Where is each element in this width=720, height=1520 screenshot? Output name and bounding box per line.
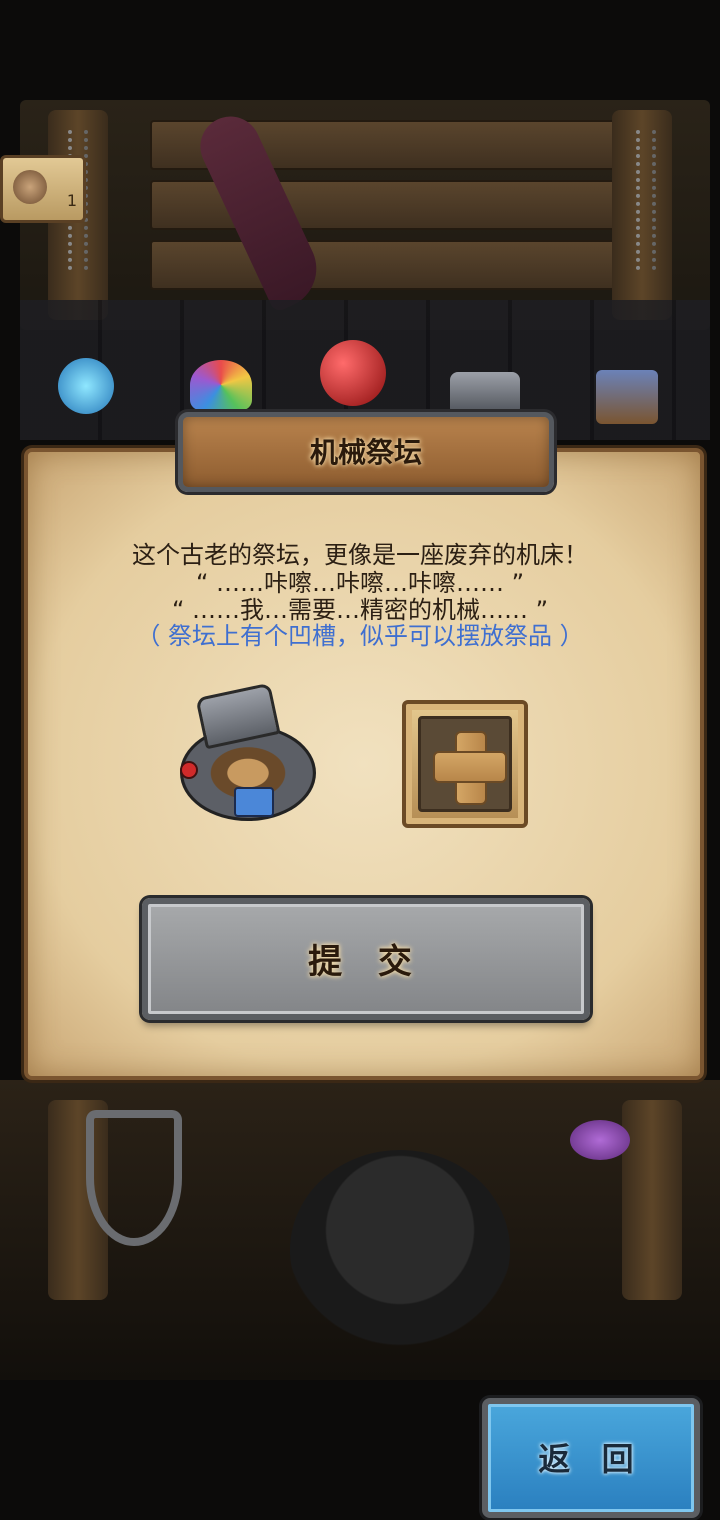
shell-icon: [13, 170, 47, 204]
collection-count: 1: [66, 191, 77, 210]
slot-inner: [418, 716, 512, 812]
red-knob: [180, 761, 198, 779]
ship-deck-wall: [20, 100, 710, 330]
skull-emblem: [290, 1150, 510, 1350]
collection-badge[interactable]: 1: [0, 155, 86, 223]
dialog-title-plate: 机械祭坛: [178, 412, 554, 492]
submit-button-label: 提 交: [308, 942, 424, 982]
lightning-icon: [234, 787, 274, 817]
potion-blue-icon[interactable]: [58, 358, 114, 414]
submit-button[interactable]: 提 交: [142, 898, 590, 1020]
octopus-icon: [570, 1120, 630, 1160]
chain-decoration: [636, 130, 656, 270]
potion-red-icon[interactable]: [320, 340, 386, 406]
plus-icon-bar: [433, 751, 507, 783]
treasure-chest-icon[interactable]: [596, 370, 658, 424]
anchor-icon: [86, 1110, 182, 1246]
wooden-pillar-right: [622, 1100, 682, 1300]
offering-slot[interactable]: [402, 700, 528, 828]
dialog-hint: （ 祭坛上有个凹槽，似乎可以摆放祭品 ）: [136, 622, 584, 650]
back-button-label: 返 回: [538, 1440, 644, 1478]
wood-plank: [150, 240, 624, 290]
mechanical-altar-icon: [172, 682, 322, 835]
rainbow-shell-icon[interactable]: [190, 360, 252, 410]
dialog-title: 机械祭坛: [309, 436, 422, 469]
machine-part-icon[interactable]: [450, 372, 520, 416]
back-button[interactable]: 返 回: [482, 1398, 700, 1518]
